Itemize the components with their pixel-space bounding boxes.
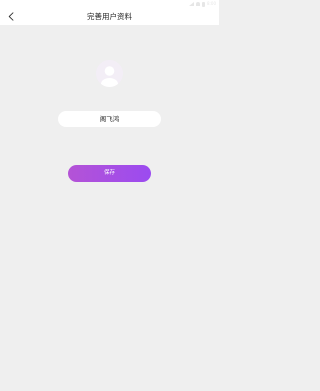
wifi-icon [196,2,201,6]
nickname-field[interactable]: 阁飞鸿 [58,111,161,127]
avatar[interactable] [96,60,123,87]
status-time: 8:00 [207,1,216,6]
nav-bar: 完善用户资料 [0,8,219,25]
save-button[interactable]: 保存 [68,165,151,182]
signal-icon [189,2,195,6]
user-avatar-icon [96,60,123,87]
page-title: 完善用户资料 [87,12,132,21]
status-icons: 8:00 [189,0,216,8]
status-bar: 8:00 [0,0,219,8]
battery-icon [202,1,206,7]
